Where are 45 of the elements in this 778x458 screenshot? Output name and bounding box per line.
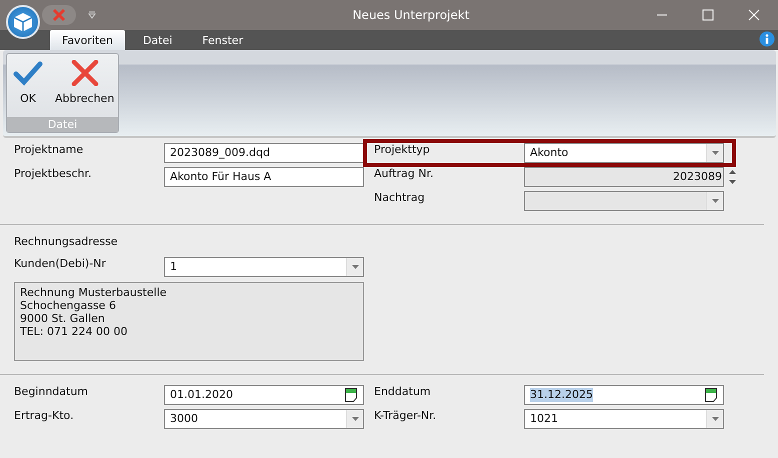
calendar-icon[interactable] xyxy=(705,388,717,402)
address-line: 9000 St. Gallen xyxy=(20,312,106,325)
field-label: Kunden(Debi)-Nr xyxy=(14,257,107,271)
ribbon-tab[interactable]: Favoriten xyxy=(50,30,125,50)
checkmark-icon xyxy=(13,60,43,86)
combo-box[interactable]: 1021 xyxy=(524,409,724,429)
address-line: Rechnung Musterbaustelle xyxy=(20,286,168,299)
ribbon-tab[interactable]: Datei xyxy=(130,30,184,50)
dropdown-icon[interactable] xyxy=(706,144,723,162)
input-field[interactable]: Akonto Für Haus A xyxy=(164,167,364,187)
combo-box[interactable]: Akonto xyxy=(524,143,724,163)
field-label: K-Träger-Nr. xyxy=(374,409,438,423)
field-label: Projektname xyxy=(14,143,84,157)
input-field[interactable]: 2023089_009.dqd xyxy=(164,143,364,163)
field-label: Projekttyp xyxy=(374,143,431,157)
cross-icon xyxy=(70,60,100,86)
info-icon[interactable] xyxy=(759,31,775,47)
maximize-icon[interactable] xyxy=(702,9,714,21)
dropdown-icon[interactable] xyxy=(346,258,363,276)
close-icon[interactable] xyxy=(748,9,760,21)
ok-button[interactable]: OK xyxy=(11,60,45,117)
dropdown-icon[interactable] xyxy=(88,11,96,19)
window-title: Neues Unterprojekt xyxy=(352,8,470,22)
close-icon xyxy=(52,8,66,22)
address-box[interactable]: Rechnung Musterbaustelle Schochengasse 6 9000 St. Gallen TEL: 071 224 00 00 xyxy=(14,282,364,361)
combo-box[interactable]: 3000 xyxy=(164,409,364,429)
field-label: Projektbeschr. xyxy=(14,167,92,181)
dropdown-icon[interactable] xyxy=(346,410,363,428)
address-line: Schochengasse 6 xyxy=(20,299,117,312)
app-menu-button[interactable] xyxy=(6,5,40,39)
date-field[interactable]: 01.01.2020 xyxy=(164,385,364,405)
field-label: Enddatum xyxy=(374,385,432,399)
section-title: Rechnungsadresse xyxy=(14,235,119,249)
combo-box[interactable]: 1 xyxy=(164,257,364,277)
calendar-icon[interactable] xyxy=(345,388,357,402)
group-label: Datei xyxy=(7,117,118,132)
field-label: Nachtrag xyxy=(374,191,426,205)
field-label: Auftrag Nr. xyxy=(374,167,434,181)
cancel-button[interactable]: Abbrechen xyxy=(53,60,116,117)
dropdown-icon[interactable] xyxy=(706,410,723,428)
field-label: Beginndatum xyxy=(14,385,90,399)
date-field[interactable]: 31.12.2025 xyxy=(524,385,724,405)
field-label: Ertrag-Kto. xyxy=(14,409,75,423)
ribbon-tab[interactable]: Fenster xyxy=(190,30,256,50)
address-line: TEL: 071 224 00 00 xyxy=(20,325,128,338)
